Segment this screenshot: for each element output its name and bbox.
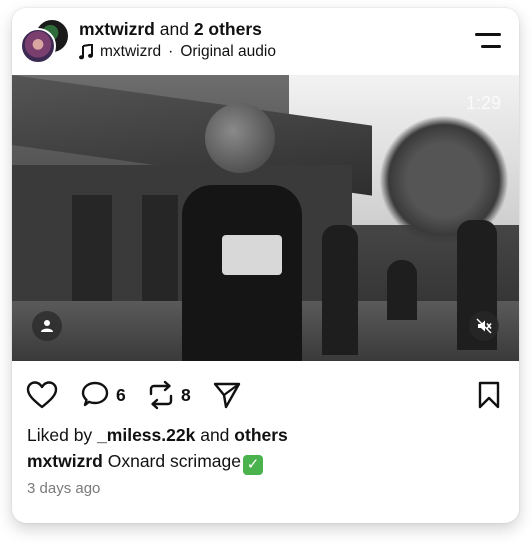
action-bar: 6 8 [12, 361, 519, 427]
avatar-stack[interactable] [20, 18, 70, 64]
repost-icon [149, 380, 173, 410]
likers-others-link[interactable]: others [234, 425, 287, 445]
other-authors-link[interactable]: 2 others [194, 19, 262, 39]
video-timer: 1:29 [465, 93, 501, 113]
heart-icon [26, 381, 58, 409]
audio-info[interactable]: mxtwizrd · Original audio [79, 43, 276, 61]
music-note-icon [79, 44, 93, 60]
video-person [387, 260, 417, 320]
likes-prefix: Liked by [27, 425, 93, 445]
comment-bubble-icon [81, 381, 109, 407]
avatar [20, 28, 56, 64]
post-video[interactable]: 1:29 [12, 75, 519, 361]
video-player-shirt [222, 235, 282, 275]
caption-author[interactable]: mxtwizrd [27, 451, 103, 471]
save-button[interactable] [477, 380, 501, 410]
muted-speaker-icon[interactable] [469, 311, 499, 341]
audio-author: mxtwizrd [100, 43, 162, 60]
post-authors: mxtwizrd and 2 others [79, 19, 262, 40]
bookmark-icon [478, 381, 500, 409]
video-person [322, 225, 358, 355]
user-icon[interactable] [32, 311, 62, 341]
check-mark-emoji: ✓ [242, 455, 263, 475]
like-button[interactable] [26, 380, 58, 410]
audio-title: Original audio [180, 43, 276, 60]
comment-count: 6 [116, 384, 126, 405]
post-header: mxtwizrd and 2 others mxtwizrd · Origina… [12, 8, 519, 75]
likes-connector: and [200, 425, 230, 445]
author-name[interactable]: mxtwizrd [79, 19, 155, 39]
send-icon [213, 382, 241, 409]
caption-text: Oxnard scrimage [107, 451, 241, 471]
post-timestamp: 3 days ago [27, 480, 101, 497]
post-caption: mxtwizrd Oxnard scrimage ✓ [27, 451, 263, 475]
post-card: mxtwizrd and 2 others mxtwizrd · Origina… [12, 8, 519, 523]
repost-count: 8 [181, 384, 191, 405]
video-player-helmet [205, 103, 275, 173]
audio-separator: · [168, 43, 174, 60]
likes-summary[interactable]: Liked by _miless.22k and others [27, 425, 288, 446]
liker-username[interactable]: _miless.22k [97, 425, 195, 445]
comment-button[interactable]: 6 [80, 380, 126, 410]
menu-icon[interactable] [475, 31, 503, 51]
authors-connector: and [159, 19, 189, 39]
share-button[interactable] [212, 380, 242, 410]
repost-button[interactable]: 8 [147, 380, 191, 410]
